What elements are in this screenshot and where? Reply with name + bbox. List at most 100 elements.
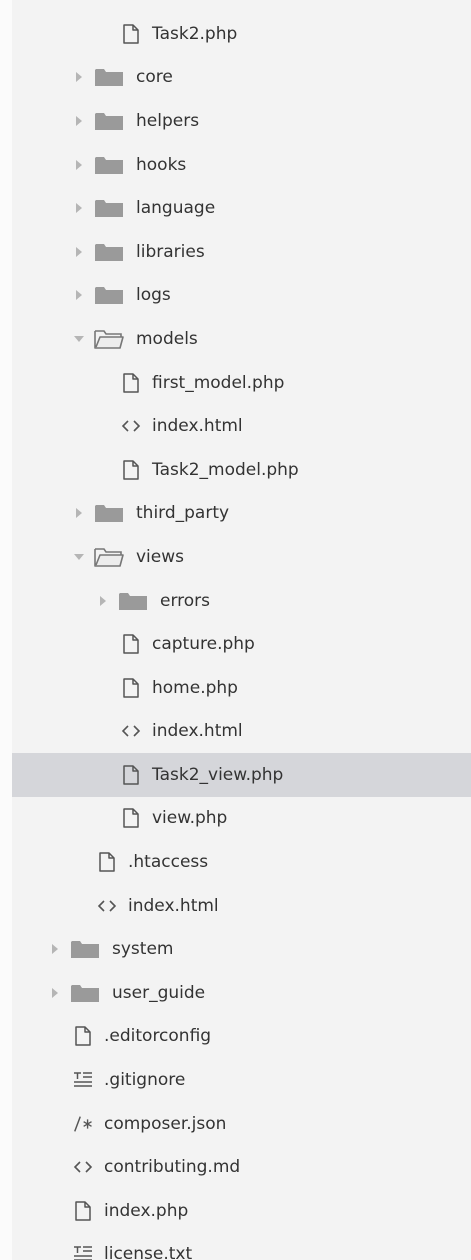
tree-item-label: .htaccess [128,852,209,873]
file-icon [120,807,142,829]
tree-item-label: index.html [152,721,243,742]
tree-item-label: third_party [136,503,230,524]
tree-item-label: home.php [152,677,238,698]
tree-item-label: helpers [136,110,200,131]
chevron-right-icon[interactable] [92,590,114,612]
tree-file-row[interactable]: composer.json [0,1102,471,1146]
tree-item-label: view.php [152,808,228,829]
chevron-right-icon[interactable] [68,110,90,132]
chevron-right-icon[interactable] [68,241,90,263]
tree-file-row[interactable]: license.txt [0,1233,471,1260]
tree-file-row[interactable]: index.html [0,884,471,928]
folder-icon [94,110,124,132]
chevron-right-icon[interactable] [44,982,66,1004]
tree-folder-row[interactable]: system [0,927,471,971]
tree-file-row[interactable]: contributing.md [0,1145,471,1189]
chevron-right-icon[interactable] [68,502,90,524]
tree-folder-row[interactable]: views [0,535,471,579]
tree-file-row[interactable]: view.php [0,797,471,841]
file-tree: Task2.php core helpers hooks language librari… [0,12,471,1260]
tree-file-row[interactable]: index.html [0,710,471,754]
tree-folder-row[interactable]: libraries [0,230,471,274]
chevron-down-icon[interactable] [68,546,90,568]
folder-icon [94,66,124,88]
chevron-right-icon[interactable] [44,938,66,960]
code-icon [72,1156,94,1178]
tree-item-label: .gitignore [104,1070,186,1091]
tree-item-label: contributing.md [104,1157,241,1178]
code-icon [120,415,142,437]
tree-file-row[interactable]: .htaccess [0,840,471,884]
folder-icon [70,982,100,1004]
tree-item-label: errors [160,590,211,611]
file-icon [72,1025,94,1047]
tree-item-label: first_model.php [152,372,285,393]
tree-file-row[interactable]: Task2_view.php [12,753,471,797]
tree-item-label: Task2_view.php [152,764,284,785]
folder-open-icon [94,328,124,350]
tree-file-row[interactable]: index.php [0,1189,471,1233]
tree-folder-row[interactable]: user_guide [0,971,471,1015]
tree-folder-row[interactable]: logs [0,274,471,318]
code-icon [96,895,118,917]
file-icon [120,764,142,786]
text-lines-icon [72,1243,94,1260]
tree-folder-row[interactable]: third_party [0,492,471,536]
folder-icon [94,502,124,524]
tree-item-label: system [112,939,174,960]
tree-item-label: index.html [152,416,243,437]
file-icon [120,459,142,481]
file-icon [120,677,142,699]
tree-file-row[interactable]: home.php [0,666,471,710]
tree-item-label: capture.php [152,634,255,655]
tree-item-label: Task2_model.php [152,459,299,480]
tree-file-row[interactable]: first_model.php [0,361,471,405]
tree-item-label: views [136,546,185,567]
tree-file-row[interactable]: index.html [0,404,471,448]
tree-file-row[interactable]: capture.php [0,622,471,666]
tree-item-label: libraries [136,241,205,262]
chevron-right-icon[interactable] [68,154,90,176]
tree-folder-row[interactable]: language [0,186,471,230]
folder-icon [94,241,124,263]
tree-folder-row[interactable]: models [0,317,471,361]
code-icon [120,720,142,742]
tree-item-label: user_guide [112,982,206,1003]
chevron-right-icon[interactable] [68,197,90,219]
folder-open-icon [94,546,124,568]
tree-file-row[interactable]: Task2.php [0,12,471,56]
tree-file-row[interactable]: Task2_model.php [0,448,471,492]
tree-item-label: license.txt [104,1244,193,1260]
file-icon [120,23,142,45]
tree-folder-row[interactable]: core [0,56,471,100]
tree-folder-row[interactable]: errors [0,579,471,623]
tree-item-label: logs [136,285,171,306]
tree-item-label: models [136,328,198,349]
chevron-right-icon[interactable] [68,66,90,88]
chevron-down-icon[interactable] [68,328,90,350]
file-icon [96,851,118,873]
tree-item-label: index.php [104,1200,189,1221]
tree-folder-row[interactable]: helpers [0,99,471,143]
file-icon [72,1200,94,1222]
tree-item-label: language [136,198,216,219]
folder-icon [94,197,124,219]
tree-item-label: composer.json [104,1113,227,1134]
tree-item-label: core [136,67,173,88]
folder-icon [94,154,124,176]
tree-file-row[interactable]: .editorconfig [0,1015,471,1059]
tree-folder-row[interactable]: hooks [0,143,471,187]
tree-item-label: .editorconfig [104,1026,212,1047]
tree-item-label: index.html [128,895,219,916]
json-icon [72,1113,94,1135]
text-lines-icon [72,1069,94,1091]
tree-item-label: hooks [136,154,187,175]
file-explorer-sidebar: Task2.php core helpers hooks language librari… [0,0,471,1260]
file-icon [120,372,142,394]
tree-item-label: Task2.php [152,23,238,44]
chevron-right-icon[interactable] [68,284,90,306]
tree-file-row[interactable]: .gitignore [0,1058,471,1102]
file-icon [120,633,142,655]
folder-icon [94,284,124,306]
folder-icon [70,938,100,960]
